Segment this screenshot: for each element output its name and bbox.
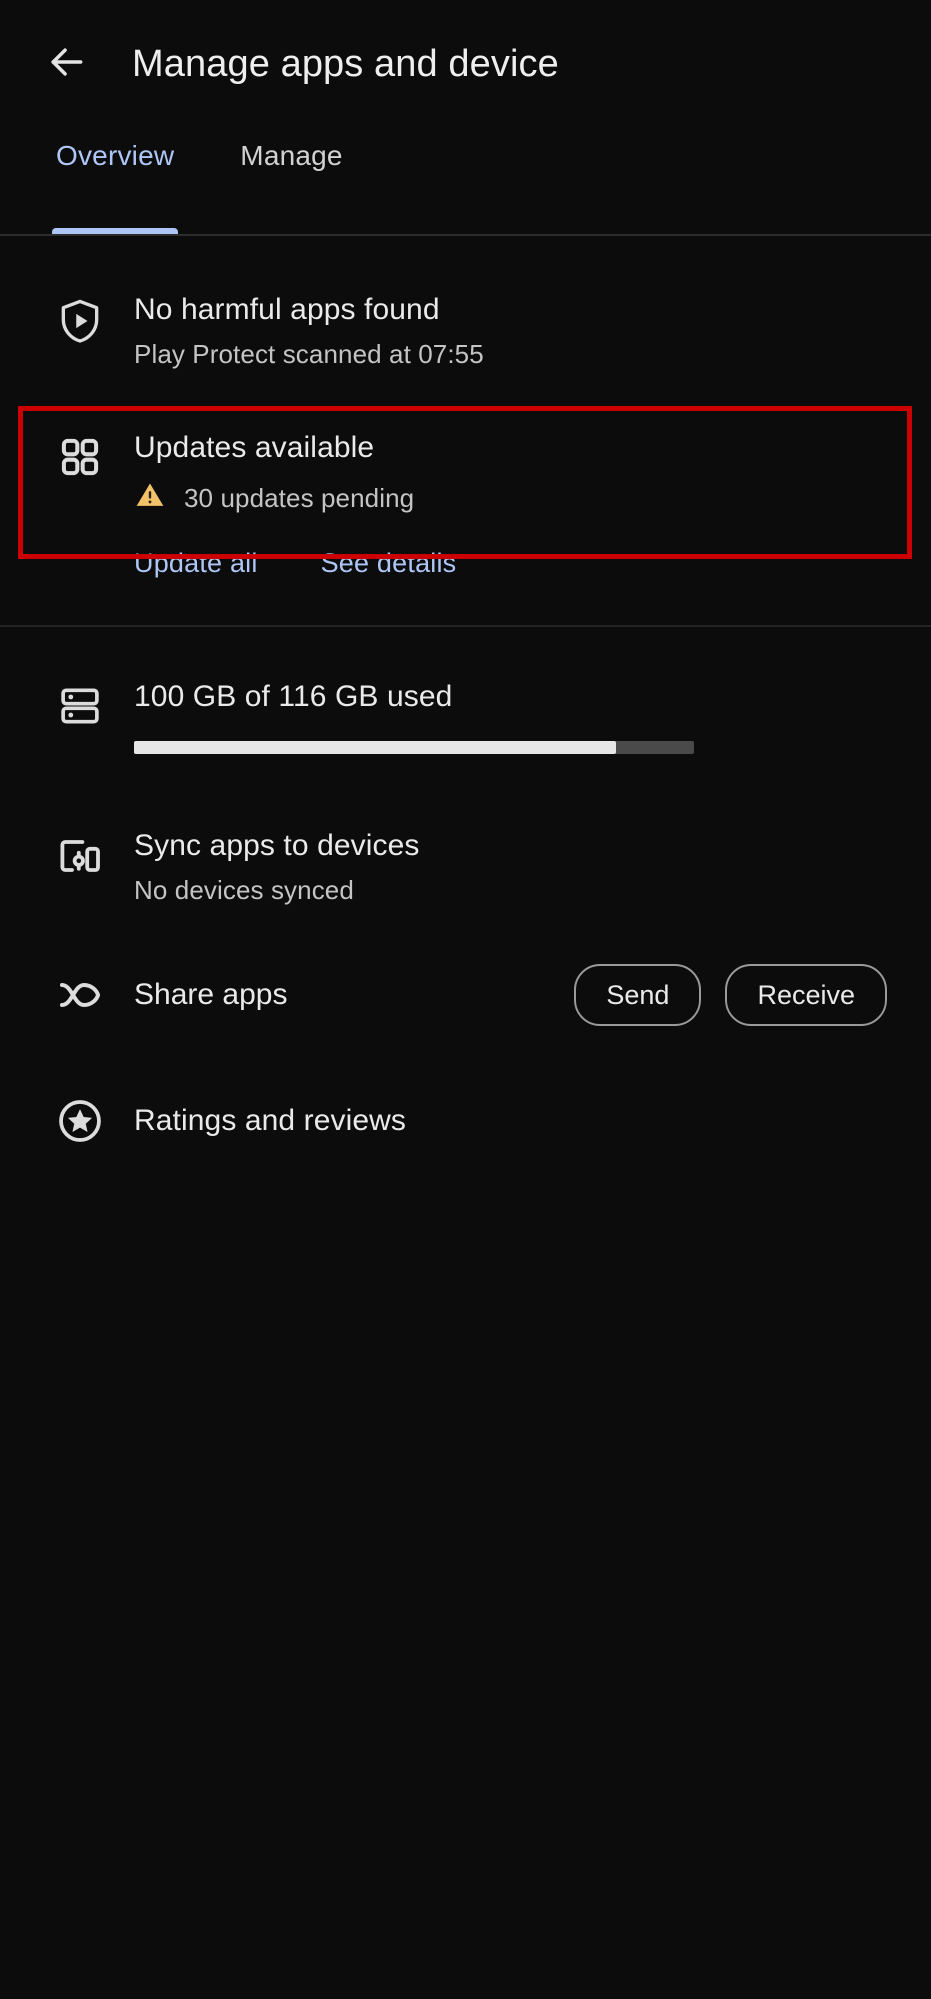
share-apps-row: Share apps Send Receive [0, 906, 931, 1026]
tab-manage-label: Manage [240, 140, 343, 171]
tab-manage[interactable]: Manage [236, 128, 346, 236]
manage-apps-and-device-screen: Manage apps and device Overview Manage N… [0, 0, 931, 1999]
sync-apps-subtitle: No devices synced [134, 875, 354, 906]
arrow-left-icon [44, 40, 88, 89]
star-circle-icon [26, 1096, 134, 1146]
play-protect-title: No harmful apps found [134, 293, 440, 326]
updates-pending-text: 30 updates pending [184, 482, 415, 513]
updates-title: Updates available [134, 431, 375, 465]
sync-apps-row[interactable]: Sync apps to devices No devices synced [0, 754, 931, 906]
storage-icon [26, 679, 134, 729]
share-apps-icon [26, 975, 134, 1015]
storage-title: 100 GB of 116 GB used [134, 680, 453, 714]
play-protect-subtitle: Play Protect scanned at 07:55 [134, 339, 484, 370]
back-button[interactable] [24, 22, 108, 106]
sync-apps-title: Sync apps to devices [134, 828, 420, 862]
tab-overview-label: Overview [56, 140, 175, 171]
updates-block: Updates available 30 updates pending [0, 406, 931, 560]
storage-row[interactable]: 100 GB of 116 GB used [0, 627, 931, 754]
overview-content: No harmful apps found Play Protect scann… [0, 236, 931, 1146]
send-button[interactable]: Send [574, 963, 702, 1026]
share-apps-title: Share apps [134, 977, 288, 1011]
devices-icon [26, 828, 134, 880]
apps-grid-icon [26, 430, 134, 480]
warning-triangle-icon [134, 479, 166, 516]
tab-bar: Overview Manage [0, 128, 931, 236]
see-details-link[interactable]: See details [321, 548, 457, 579]
share-apps-buttons: Send Receive [574, 963, 887, 1026]
receive-button[interactable]: Receive [725, 963, 887, 1026]
update-all-link[interactable]: Update all [134, 548, 258, 579]
tab-overview[interactable]: Overview [52, 128, 179, 236]
ratings-and-reviews-row[interactable]: Ratings and reviews [0, 1026, 931, 1146]
storage-progress-fill [134, 740, 616, 754]
app-bar: Manage apps and device [0, 0, 931, 128]
play-protect-row[interactable]: No harmful apps found Play Protect scann… [0, 236, 931, 370]
shield-play-icon [26, 292, 134, 346]
page-title: Manage apps and device [132, 42, 559, 85]
updates-available-row[interactable]: Updates available 30 updates pending [0, 406, 931, 516]
updates-actions: Update all See details [0, 548, 931, 579]
ratings-title: Ratings and reviews [134, 1104, 407, 1138]
storage-progress-bar [134, 740, 694, 754]
